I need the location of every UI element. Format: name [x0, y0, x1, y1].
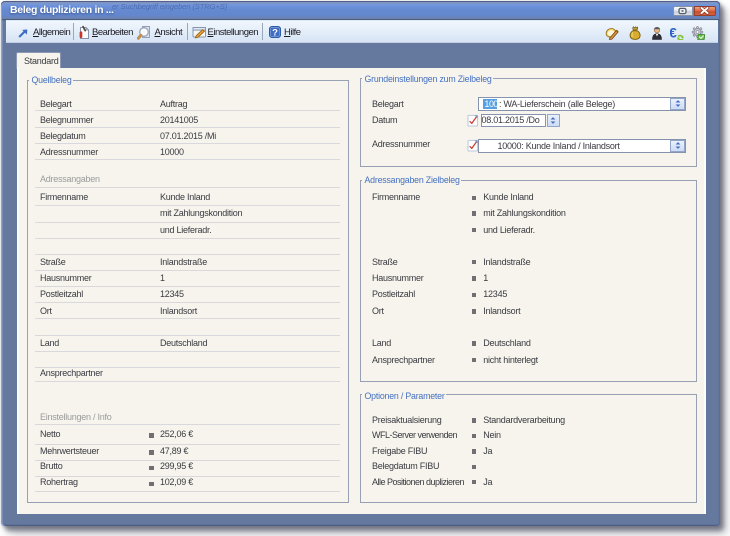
svg-text:?: ? [272, 27, 278, 38]
svg-text:€: € [670, 26, 677, 40]
